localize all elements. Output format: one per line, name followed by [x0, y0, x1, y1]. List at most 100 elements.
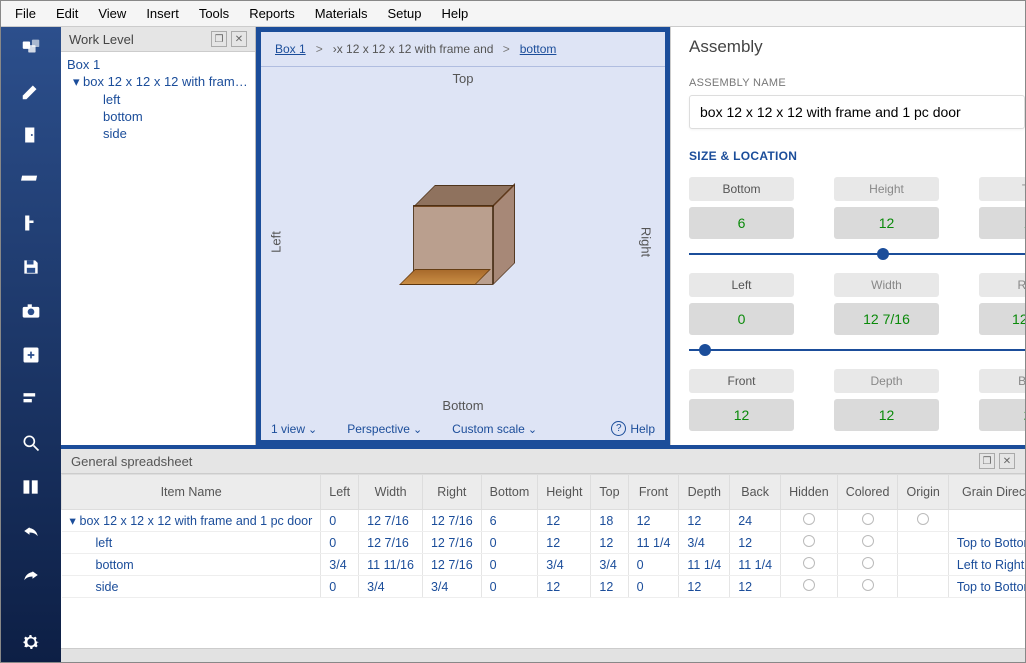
- dim-value-width[interactable]: 12 7/16: [834, 303, 939, 335]
- close-icon[interactable]: ✕: [231, 31, 247, 47]
- menu-view[interactable]: View: [88, 3, 136, 24]
- column-header[interactable]: Grain Direct: [948, 475, 1025, 510]
- dim-value-left[interactable]: 0: [689, 303, 794, 335]
- assembly-name-input[interactable]: [689, 95, 1025, 129]
- viewport-label-bottom: Bottom: [442, 398, 483, 413]
- dim-value-height[interactable]: 12: [834, 207, 939, 239]
- menu-file[interactable]: File: [5, 3, 46, 24]
- spreadsheet-title: General spreadsheet: [71, 454, 975, 469]
- column-header[interactable]: Depth: [679, 475, 730, 510]
- tree-child-left[interactable]: left: [65, 91, 251, 108]
- table-row[interactable]: bottom3/411 11/1612 7/1603/43/4011 1/411…: [62, 554, 1026, 576]
- dim-label-top: Top: [979, 177, 1025, 201]
- scale-dropdown[interactable]: Custom scale: [452, 422, 537, 436]
- horizontal-scrollbar[interactable]: [61, 648, 1025, 662]
- dim-label-right: Right: [979, 273, 1025, 297]
- pencil-icon[interactable]: [17, 77, 45, 105]
- column-header[interactable]: Back: [730, 475, 781, 510]
- worklevel-panel: Work Level ❐ ✕ Box 1 ▾box 12 x 12 x 12 w…: [61, 27, 256, 445]
- viewport-label-left: Left: [268, 231, 283, 253]
- handle-icon[interactable]: [17, 209, 45, 237]
- dim-slider[interactable]: [689, 253, 1025, 255]
- close-icon[interactable]: ✕: [999, 453, 1015, 469]
- breadcrumb: Box 1 > ›x 12 x 12 x 12 with frame and 1…: [261, 32, 665, 67]
- column-header[interactable]: Item Name: [62, 475, 321, 510]
- tree-child-side[interactable]: side: [65, 125, 251, 142]
- column-header[interactable]: Origin: [898, 475, 948, 510]
- dim-slider[interactable]: [689, 349, 1025, 351]
- size-location-heading: SIZE & LOCATION: [689, 149, 1025, 163]
- column-header[interactable]: Colored: [837, 475, 898, 510]
- column-header[interactable]: Width: [359, 475, 423, 510]
- camera-icon[interactable]: [17, 297, 45, 325]
- menubar: File Edit View Insert Tools Reports Mate…: [1, 1, 1025, 27]
- help-button[interactable]: ?Help: [611, 421, 655, 436]
- table-row[interactable]: left012 7/1612 7/160121211 1/43/412Top t…: [62, 532, 1026, 554]
- dim-label-depth: Depth: [834, 369, 939, 393]
- undo-icon[interactable]: [17, 517, 45, 545]
- column-header[interactable]: Top: [591, 475, 628, 510]
- vertical-toolbar: [1, 27, 61, 662]
- tree-assembly[interactable]: ▾box 12 x 12 x 12 with frame a...: [65, 73, 251, 91]
- slab-icon[interactable]: [17, 165, 45, 193]
- tree-assembly-label: box 12 x 12 x 12 with frame a...: [83, 74, 251, 89]
- crumb-sep: >: [316, 42, 323, 56]
- plus-box-icon[interactable]: [17, 341, 45, 369]
- menu-materials[interactable]: Materials: [305, 3, 378, 24]
- menu-insert[interactable]: Insert: [136, 3, 189, 24]
- dim-value-depth[interactable]: 12: [834, 399, 939, 431]
- help-icon: ?: [611, 421, 626, 436]
- projection-dropdown[interactable]: Perspective: [347, 422, 422, 436]
- door-icon[interactable]: [17, 121, 45, 149]
- column-header[interactable]: Left: [321, 475, 359, 510]
- crumb-sep: >: [503, 42, 510, 56]
- viewport: Box 1 > ›x 12 x 12 x 12 with frame and 1…: [256, 27, 670, 445]
- column-header[interactable]: Hidden: [781, 475, 838, 510]
- menu-edit[interactable]: Edit: [46, 3, 88, 24]
- dim-value-right[interactable]: 12 7/1: [979, 303, 1025, 335]
- table-row[interactable]: ▾box 12 x 12 x 12 with frame and 1 pc do…: [62, 510, 1026, 532]
- dim-label-front: Front: [689, 369, 794, 393]
- align-icon[interactable]: [17, 385, 45, 413]
- crumb-bottom[interactable]: bottom: [520, 42, 557, 56]
- menu-help[interactable]: Help: [431, 3, 478, 24]
- dim-value-top[interactable]: 18: [979, 207, 1025, 239]
- dim-label-left: Left: [689, 273, 794, 297]
- column-header[interactable]: Height: [538, 475, 591, 510]
- redo-icon[interactable]: [17, 561, 45, 589]
- assembly-name-label: ASSEMBLY NAME: [689, 77, 1025, 89]
- viewport-label-top: Top: [453, 71, 474, 86]
- cabinet-3d-preview[interactable]: [413, 185, 513, 285]
- column-header[interactable]: Front: [628, 475, 679, 510]
- doors-icon[interactable]: [17, 473, 45, 501]
- dim-value-bottom[interactable]: 6: [689, 207, 794, 239]
- menu-tools[interactable]: Tools: [189, 3, 239, 24]
- dim-label-height: Height: [834, 177, 939, 201]
- assembly-panel: Assembly ASSEMBLY NAME SIZE & LOCATION B…: [670, 27, 1025, 445]
- cabinets-icon[interactable]: [17, 33, 45, 61]
- column-header[interactable]: Bottom: [481, 475, 538, 510]
- tree-root[interactable]: Box 1: [65, 56, 251, 73]
- assembly-heading: Assembly: [689, 37, 1025, 57]
- gear-icon[interactable]: [17, 628, 45, 656]
- tree-child-bottom[interactable]: bottom: [65, 108, 251, 125]
- undock-icon[interactable]: ❐: [211, 31, 227, 47]
- column-header[interactable]: Right: [422, 475, 481, 510]
- viewport-footer: 1 view Perspective Custom scale ?Help: [261, 417, 665, 440]
- menu-setup[interactable]: Setup: [377, 3, 431, 24]
- table-row[interactable]: side03/43/40121201212Top to Bottom: [62, 576, 1026, 598]
- worklevel-tree: Box 1 ▾box 12 x 12 x 12 with frame a... …: [61, 52, 255, 146]
- zoom-icon[interactable]: [17, 429, 45, 457]
- crumb-box1[interactable]: Box 1: [275, 42, 306, 56]
- dim-label-back: Back: [979, 369, 1025, 393]
- viewport-canvas[interactable]: Top Bottom Left Right: [261, 67, 665, 417]
- dim-label-width: Width: [834, 273, 939, 297]
- save-icon[interactable]: [17, 253, 45, 281]
- crumb-assembly[interactable]: ›x 12 x 12 x 12 with frame and 1 pc doo: [333, 42, 493, 56]
- viewport-label-right: Right: [638, 227, 653, 257]
- menu-reports[interactable]: Reports: [239, 3, 305, 24]
- view-count-dropdown[interactable]: 1 view: [271, 422, 317, 436]
- dim-value-front[interactable]: 12: [689, 399, 794, 431]
- undock-icon[interactable]: ❐: [979, 453, 995, 469]
- dim-value-back[interactable]: 24: [979, 399, 1025, 431]
